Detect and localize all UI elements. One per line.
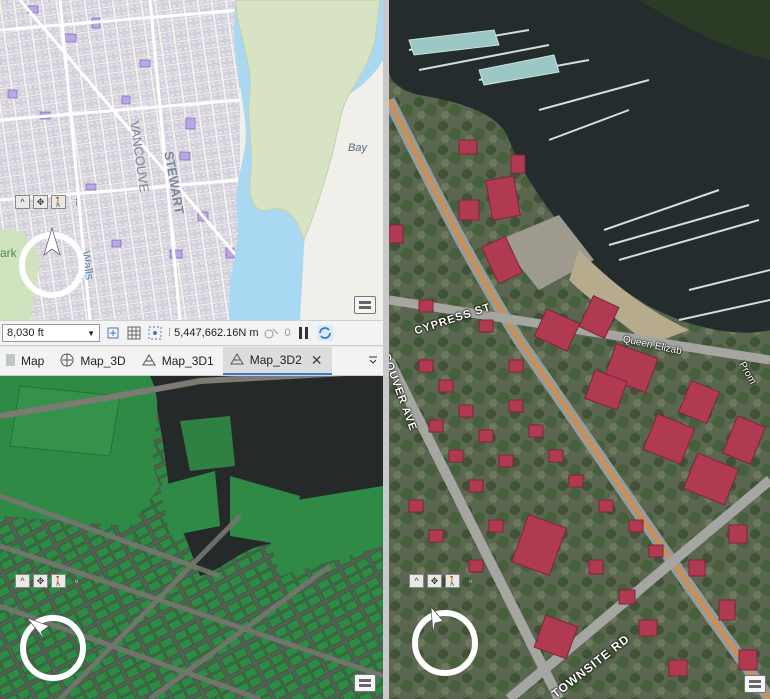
scale-value: 8,030 ft	[7, 327, 44, 339]
map3d-tab-icon	[229, 352, 245, 369]
tab-label: Map_3D2	[249, 353, 302, 367]
navigator-collapse-icon[interactable]: ^	[409, 574, 424, 588]
park-label: ark	[0, 246, 17, 260]
satellite-scene-canvas	[389, 0, 770, 699]
map-status-bar: 8,030 ft ▼ ⁞ 5,447,662.16N m 0	[0, 320, 383, 346]
walk-icon[interactable]: 🚶	[445, 574, 460, 588]
coordinates-value: 5,447,662.16N m	[174, 327, 259, 339]
navigator-toolbar: ^ ✥ 🚶 ▫	[15, 574, 84, 588]
layers-icon[interactable]	[744, 675, 766, 693]
navigator-toolbar: ^ ✥ 🚶 ⁝	[15, 195, 84, 209]
navigator-compass[interactable]	[17, 610, 89, 685]
map3d-tab-icon	[141, 353, 157, 370]
grid-icon[interactable]	[126, 325, 142, 341]
map3d-tab-icon	[59, 353, 75, 370]
map-tab-icon	[6, 353, 16, 370]
tab-label: Map	[21, 354, 45, 368]
green-3d-scene-view[interactable]: ^ ✥ 🚶 ▫	[0, 376, 383, 699]
tab-overflow-menu[interactable]	[363, 347, 383, 375]
tab-label: Map_3D1	[161, 354, 214, 368]
full-extent-icon[interactable]: ✥	[33, 195, 48, 209]
tab-label: Map_3D	[80, 354, 126, 368]
chevron-down-icon: ▼	[87, 328, 95, 338]
close-icon[interactable]: ✕	[311, 352, 323, 369]
full-extent-icon[interactable]: ✥	[427, 574, 442, 588]
coordinate-readout: ⁞ 5,447,662.16N m	[168, 327, 259, 339]
refresh-icon[interactable]	[316, 325, 333, 341]
navigator-collapse-icon[interactable]: ^	[15, 574, 30, 588]
bay-label: Bay	[348, 142, 367, 154]
navigator-compass[interactable]	[409, 603, 481, 678]
navigator-toolbar: ^ ✥ 🚶 ▫	[409, 574, 478, 588]
walk-icon[interactable]: 🚶	[51, 195, 66, 209]
scale-selector[interactable]: 8,030 ft ▼	[2, 324, 100, 342]
selection-icon[interactable]	[264, 325, 280, 341]
topo-map-view[interactable]: Bay STEWART VANCOUVE Walls ark ^ ✥ 🚶 ⁝	[0, 0, 383, 320]
layers-icon[interactable]	[354, 674, 376, 692]
more-icon[interactable]: ⁝	[69, 195, 84, 209]
pause-icon[interactable]	[296, 325, 312, 341]
chevron-down-icon	[368, 354, 378, 368]
lock-icon[interactable]	[105, 325, 121, 341]
layers-icon[interactable]	[354, 296, 376, 314]
walk-icon[interactable]: 🚶	[51, 574, 66, 588]
satellite-3d-scene-view[interactable]: CYPRESS ST COUVER AVE TOWNSITE RD Queen …	[389, 0, 770, 699]
overview-icon[interactable]: ▫	[69, 574, 84, 588]
tab-map[interactable]: Map	[0, 347, 53, 375]
overview-icon[interactable]: ▫	[463, 574, 478, 588]
navigator-compass[interactable]	[17, 225, 87, 300]
tab-map-3d2[interactable]: Map_3D2 ✕	[222, 347, 332, 375]
tab-map-3d[interactable]: Map_3D	[53, 347, 134, 375]
map-tab-bar: Map Map_3D Map_3D1 Map_3D2 ✕	[0, 347, 383, 376]
navigator-collapse-icon[interactable]: ^	[15, 195, 30, 209]
full-extent-icon[interactable]: ✥	[33, 574, 48, 588]
snapping-icon[interactable]	[147, 325, 163, 341]
selected-count: 0	[284, 327, 291, 339]
tab-map-3d1[interactable]: Map_3D1	[135, 347, 223, 375]
